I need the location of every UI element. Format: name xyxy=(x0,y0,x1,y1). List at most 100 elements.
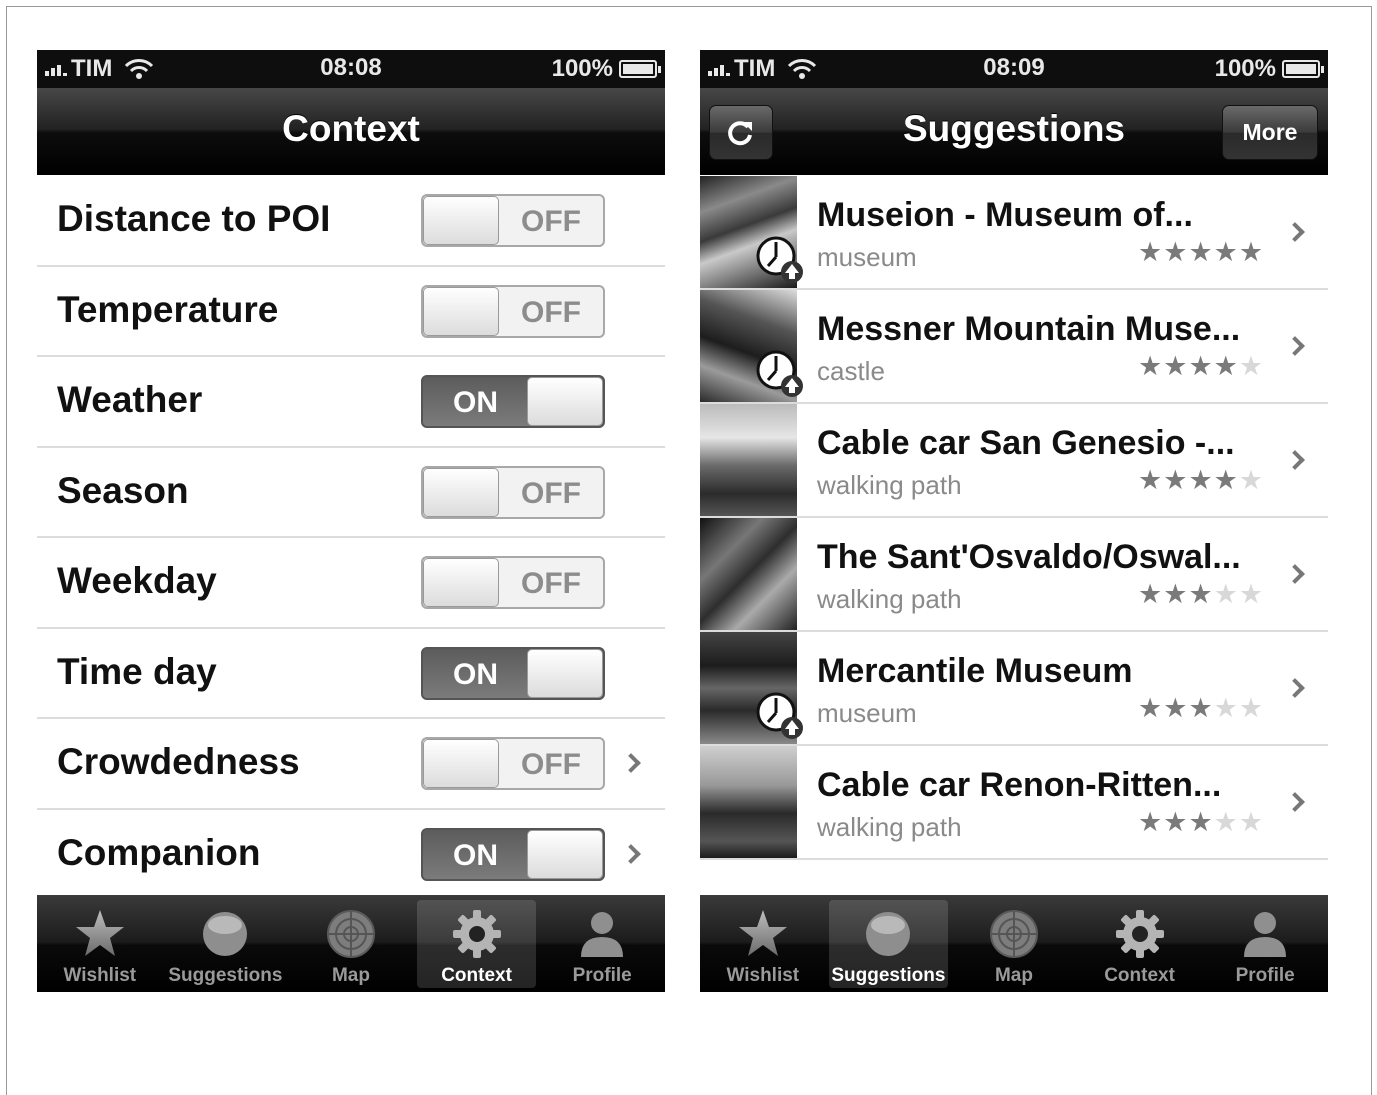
star-filled-icon: ★ xyxy=(1188,579,1213,609)
tab-label: Profile xyxy=(1235,965,1295,986)
tab-wishlist[interactable]: Wishlist xyxy=(37,895,163,992)
star-filled-icon: ★ xyxy=(1188,807,1213,837)
toggle-switch[interactable]: OFF xyxy=(421,737,605,790)
tab-context[interactable]: Context xyxy=(414,895,540,992)
context-row[interactable]: Companion ON xyxy=(37,809,665,900)
chevron-right-icon[interactable] xyxy=(1285,792,1305,812)
tab-label: Wishlist xyxy=(726,965,800,986)
tab-label: Wishlist xyxy=(63,965,137,986)
circle-icon xyxy=(198,907,252,961)
tab-wishlist[interactable]: Wishlist xyxy=(700,895,826,992)
tab-map[interactable]: Map xyxy=(951,895,1077,992)
star-rating: ★ ★ ★ ★ ★ xyxy=(1138,353,1263,380)
star-filled-icon: ★ xyxy=(1138,351,1163,381)
toggle-switch[interactable]: OFF xyxy=(421,194,605,247)
toggle-switch[interactable]: ON xyxy=(421,375,605,428)
tab-profile[interactable]: Profile xyxy=(539,895,665,992)
toggle-switch[interactable]: OFF xyxy=(421,284,605,338)
suggestion-row[interactable]: Museion - Museum of... museum ★ ★ ★ ★ ★ xyxy=(700,176,1328,290)
suggestion-title: Messner Mountain Muse... xyxy=(817,310,1241,348)
suggestion-row[interactable]: Cable car San Genesio -... walking path ★ ★… xyxy=(700,404,1328,518)
suggestion-category: walking path xyxy=(817,584,962,614)
tab-suggestions[interactable]: Suggestions xyxy=(163,895,289,992)
clock-badge-icon xyxy=(756,350,804,398)
battery-indicator: 100% xyxy=(551,55,661,83)
suggestions-screen: TIM 08:09 100% Suggestions More Museion … xyxy=(700,50,1328,992)
toggle-state: ON xyxy=(453,657,498,691)
navigation-bar: Suggestions More xyxy=(700,88,1328,175)
star-filled-icon: ★ xyxy=(1163,465,1188,495)
star-icon xyxy=(736,907,790,961)
context-label: Weekday xyxy=(57,560,217,601)
tab-label: Context xyxy=(441,965,512,986)
context-label: Distance to POI xyxy=(57,198,331,239)
star-filled-icon: ★ xyxy=(1163,351,1188,381)
suggestion-category: walking path xyxy=(817,470,962,500)
tab-bar: Wishlist Suggestions Map Context Profile xyxy=(37,895,665,992)
chevron-right-icon[interactable] xyxy=(1285,564,1305,584)
context-row[interactable]: Crowdedness OFF xyxy=(37,719,665,810)
toggle-state: OFF xyxy=(521,295,581,329)
tab-context[interactable]: Context xyxy=(1077,895,1203,992)
toggle-knob[interactable] xyxy=(527,377,603,426)
person-icon xyxy=(1238,907,1292,961)
tab-suggestions[interactable]: Suggestions xyxy=(826,895,952,992)
star-filled-icon: ★ xyxy=(1138,579,1163,609)
toggle-knob[interactable] xyxy=(423,286,499,336)
suggestion-row[interactable]: The Sant'Osvaldo/Oswal... walking path ★ ★ ★… xyxy=(700,518,1328,632)
context-row: Season OFF xyxy=(37,447,665,538)
star-filled-icon: ★ xyxy=(1188,351,1213,381)
star-filled-icon: ★ xyxy=(1138,237,1163,267)
star-filled-icon: ★ xyxy=(1138,807,1163,837)
context-row: Distance to POI OFF xyxy=(37,176,665,267)
radar-icon xyxy=(324,907,378,961)
toggle-knob[interactable] xyxy=(527,829,603,879)
navigation-bar: Context xyxy=(37,88,665,175)
star-empty-icon: ★ xyxy=(1238,351,1264,381)
toggle-switch[interactable]: ON xyxy=(421,827,605,881)
star-filled-icon: ★ xyxy=(1213,237,1238,267)
star-empty-icon: ★ xyxy=(1213,807,1238,837)
star-filled-icon: ★ xyxy=(1188,237,1213,267)
toggle-state: ON xyxy=(453,838,498,872)
toggle-knob[interactable] xyxy=(423,467,499,517)
chevron-right-icon[interactable] xyxy=(1285,450,1305,470)
toggle-knob[interactable] xyxy=(423,196,499,245)
context-row: Time day ON xyxy=(37,628,665,719)
chevron-right-icon[interactable] xyxy=(1285,678,1305,698)
toggle-switch[interactable]: OFF xyxy=(421,556,605,609)
suggestion-category: castle xyxy=(817,356,885,386)
suggestion-row[interactable]: Messner Mountain Muse... castle ★ ★ ★ ★ ★ xyxy=(700,290,1328,404)
star-filled-icon: ★ xyxy=(1213,465,1238,495)
chevron-right-icon[interactable] xyxy=(1285,222,1305,242)
toggle-knob[interactable] xyxy=(527,648,603,698)
toggle-state: ON xyxy=(453,386,498,419)
toggle-switch[interactable]: OFF xyxy=(421,465,605,519)
suggestion-row[interactable]: Cable car Renon-Ritten... walking path ★ ★ ★… xyxy=(700,746,1328,860)
page-title: Context xyxy=(282,108,420,149)
suggestion-title: Museion - Museum of... xyxy=(817,196,1193,234)
chevron-right-icon[interactable] xyxy=(621,843,641,864)
tab-map[interactable]: Map xyxy=(288,895,414,992)
status-bar: TIM 08:09 100% xyxy=(700,50,1328,88)
star-filled-icon: ★ xyxy=(1138,693,1163,723)
toggle-switch[interactable]: ON xyxy=(421,646,605,700)
star-filled-icon: ★ xyxy=(1163,237,1188,267)
star-filled-icon: ★ xyxy=(1213,351,1238,381)
toggle-knob[interactable] xyxy=(423,558,499,607)
chevron-right-icon[interactable] xyxy=(621,753,641,773)
tab-profile[interactable]: Profile xyxy=(1202,895,1328,992)
more-button[interactable]: More xyxy=(1222,105,1318,160)
toggle-state: OFF xyxy=(521,476,581,510)
poi-thumbnail xyxy=(700,404,797,516)
battery-percent: 100% xyxy=(1214,55,1276,82)
suggestion-row[interactable]: Mercantile Museum museum ★ ★ ★ ★ ★ xyxy=(700,632,1328,746)
star-empty-icon: ★ xyxy=(1238,807,1264,837)
battery-percent: 100% xyxy=(551,55,613,82)
star-icon xyxy=(73,907,127,961)
clock-badge-icon xyxy=(756,692,804,740)
chevron-right-icon[interactable] xyxy=(1285,336,1305,356)
context-label: Companion xyxy=(57,831,261,873)
star-rating: ★ ★ ★ ★ ★ xyxy=(1138,809,1263,836)
toggle-knob[interactable] xyxy=(423,739,499,788)
